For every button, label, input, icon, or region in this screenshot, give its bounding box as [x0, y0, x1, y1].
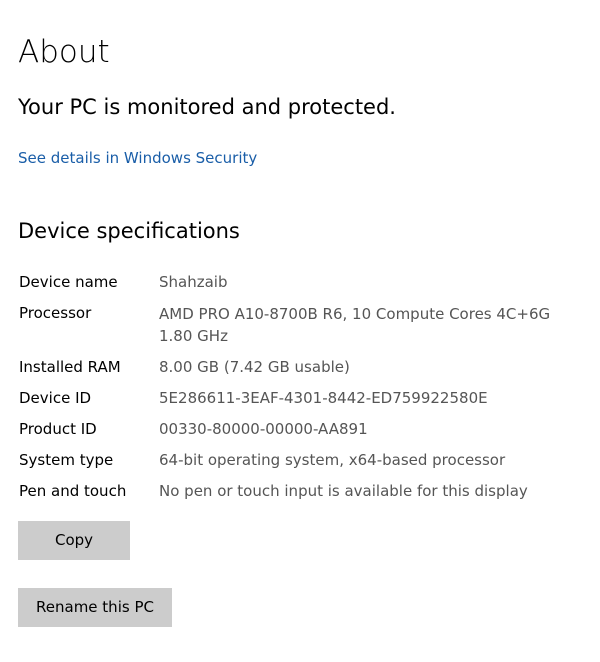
spec-value-processor: AMD PRO A10-8700B R6, 10 Compute Cores 4… [159, 305, 551, 323]
spec-label-processor: Processor [19, 304, 92, 322]
spec-value-device-name: Shahzaib [159, 273, 228, 291]
spec-label-device-id: Device ID [19, 389, 92, 407]
spec-value-processor-speed: 1.80 GHz [159, 327, 228, 345]
spec-value-product-id: 00330-80000-00000-AA891 [159, 420, 368, 438]
spec-label-pen-and-touch: Pen and touch [19, 482, 127, 500]
spec-value-device-id: 5E286611-3EAF-4301-8442-ED759922580E [159, 389, 488, 407]
spec-label-system-type: System type [19, 451, 114, 469]
spec-value-system-type: 64-bit operating system, x64-based proce… [159, 451, 506, 469]
spec-label-installed-ram: Installed RAM [19, 358, 121, 376]
spec-value-pen-and-touch: No pen or touch input is available for t… [159, 482, 528, 500]
protection-status: Your PC is monitored and protected. [18, 95, 396, 119]
page-title: About [18, 34, 110, 70]
windows-security-link[interactable]: See details in Windows Security [18, 147, 257, 169]
spec-value-installed-ram: 8.00 GB (7.42 GB usable) [159, 358, 350, 376]
device-specifications-heading: Device specifications [18, 219, 240, 243]
spec-label-product-id: Product ID [19, 420, 97, 438]
rename-pc-button[interactable]: Rename this PC [18, 588, 172, 627]
copy-button[interactable]: Copy [18, 521, 130, 560]
spec-label-device-name: Device name [19, 273, 118, 291]
